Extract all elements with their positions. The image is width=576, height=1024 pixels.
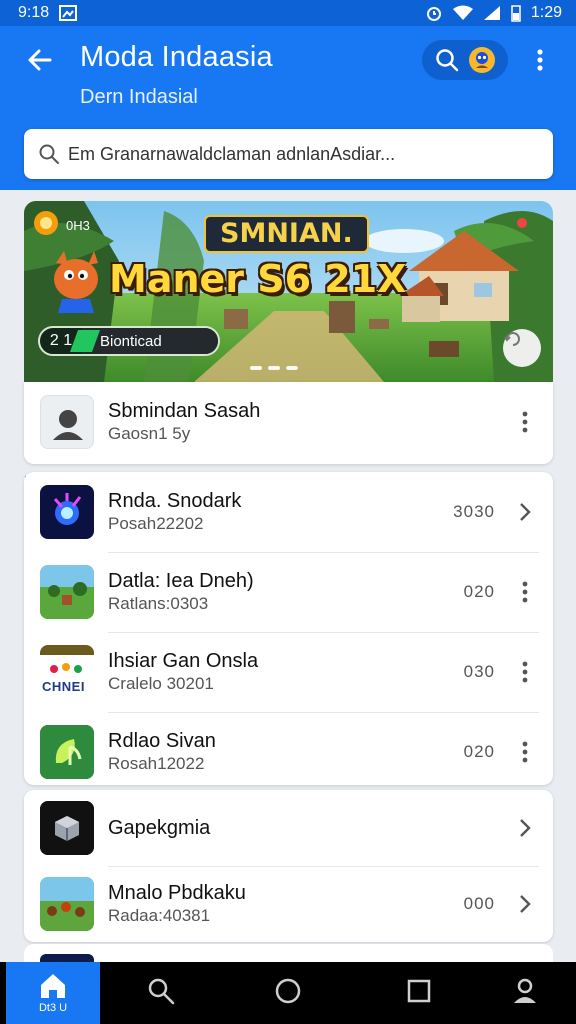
list-item[interactable]: Datla: Iea Dneh) Ratlans:0303 020: [24, 552, 553, 632]
chevron-right-icon[interactable]: [515, 816, 535, 840]
item-title: Gapekgmia: [108, 817, 211, 839]
item-subtitle: Gaosn1 5y: [108, 424, 191, 443]
arrow-left-icon: [28, 49, 52, 71]
item-title: Rnda. Snodark: [108, 490, 242, 512]
item-value: 3030: [453, 502, 495, 521]
avatar-icon[interactable]: [468, 46, 496, 74]
carousel-indicator: [250, 366, 298, 370]
magic-orb-icon: [40, 485, 94, 539]
nav-home[interactable]: Dt3 U: [6, 962, 100, 1024]
search-icon: [39, 144, 59, 164]
peek-card: [24, 944, 553, 962]
chevron-right-icon[interactable]: [515, 892, 535, 916]
item-title: Ihsiar Gan Onsla: [108, 650, 259, 672]
profile-icon: [514, 978, 536, 1003]
item-value: 030: [463, 662, 495, 681]
alarm-icon: [426, 7, 441, 21]
peek-item-icon: [40, 954, 94, 962]
item-title: Sbmindan Sasah: [108, 400, 261, 422]
item-value: 000: [463, 894, 495, 913]
signal-icon: [483, 6, 500, 20]
battery-icon: [511, 5, 521, 22]
person-icon: [40, 395, 94, 449]
page-subtitle: Dern Indasial: [80, 86, 198, 108]
battle-game-icon: [40, 877, 94, 931]
item-subtitle: Ratlans:0303: [108, 594, 209, 613]
more-apps-card: Gapekgmia Mnalo Pbdkaku Radaa:40381 000: [24, 790, 553, 942]
nav-profile[interactable]: [510, 976, 540, 1006]
gallery-icon: [59, 5, 78, 21]
banner-corner-label: 0H3: [66, 218, 90, 233]
page-title: Moda Indaasia: [80, 41, 273, 73]
header-actions: [422, 40, 508, 80]
more-vert-icon: [537, 49, 543, 71]
item-subtitle: Radaa:40381: [108, 906, 211, 925]
more-vert-icon[interactable]: [515, 740, 535, 764]
nav-home-label: Dt3 U: [38, 1002, 68, 1014]
icon-text: CHNEI: [42, 679, 85, 694]
item-value: 020: [463, 582, 495, 601]
status-time-right: 1:29: [530, 4, 562, 21]
square-icon: [407, 979, 431, 1003]
item-title: Datla: Iea Dneh): [108, 570, 254, 592]
status-time-left: 9:18: [18, 4, 50, 21]
list-item[interactable]: Rnda. Snodark Posah22202 3030: [24, 472, 553, 552]
featured-card: Sbmindan Sasah Gaosn1 5y: [24, 382, 553, 464]
chnei-logo-icon: CHNEI: [40, 645, 94, 699]
more-vert-icon[interactable]: [515, 580, 535, 604]
list-item[interactable]: Sbmindan Sasah Gaosn1 5y: [24, 382, 553, 462]
list-item[interactable]: Gapekgmia: [24, 790, 553, 866]
nav-search[interactable]: [146, 976, 176, 1006]
landscape-game-icon: [40, 565, 94, 619]
nav-recents[interactable]: [404, 976, 434, 1006]
status-bar: 9:18 1:29: [0, 0, 576, 26]
banner-action-button[interactable]: [503, 329, 541, 367]
app-bar: Moda Indaasia Dern Indasial: [0, 26, 576, 190]
promo-banner[interactable]: 0H3 SMNIAN. Maner S6 21X 2 1 Bionticad: [24, 201, 553, 382]
more-vert-icon[interactable]: [515, 410, 535, 434]
cube-icon: [40, 801, 94, 855]
back-button[interactable]: [24, 44, 56, 76]
item-title: Mnalo Pbdkaku: [108, 882, 246, 904]
nav-home-button[interactable]: [273, 976, 303, 1006]
list-item[interactable]: CHNEI Ihsiar Gan Onsla Cralelo 30201 030: [24, 632, 553, 712]
bottom-navigation: Dt3 U: [0, 962, 576, 1024]
list-item[interactable]: Mnalo Pbdkaku Radaa:40381 000: [24, 866, 553, 942]
search-icon: [148, 978, 175, 1005]
search-icon[interactable]: [434, 47, 460, 73]
item-subtitle: Cralelo 30201: [108, 674, 214, 693]
banner-tag: SMNIAN.: [204, 215, 369, 253]
item-subtitle: Posah22202: [108, 514, 204, 533]
search-input[interactable]: [68, 143, 518, 165]
item-title: Rdlao Sivan: [108, 730, 216, 752]
banner-title: Maner S6 21X: [109, 257, 407, 301]
banner-badge[interactable]: 2 1 Bionticad: [38, 326, 220, 356]
search-bar[interactable]: [24, 129, 553, 179]
wifi-icon: [452, 5, 473, 20]
leaf-logo-icon: [40, 725, 94, 779]
banner-badge-label: Bionticad: [82, 328, 218, 354]
refresh-icon: [504, 332, 520, 346]
home-icon: [41, 974, 65, 998]
more-vert-icon[interactable]: [515, 660, 535, 684]
app-list-card: Rnda. Snodark Posah22202 3030 Datla: Iea…: [24, 472, 553, 785]
list-item[interactable]: Rdlao Sivan Rosah12022 020: [24, 712, 553, 792]
item-subtitle: Rosah12022: [108, 754, 205, 773]
overflow-menu-button[interactable]: [528, 44, 552, 76]
item-value: 020: [463, 742, 495, 761]
circle-icon: [275, 978, 301, 1004]
chevron-right-icon[interactable]: [515, 500, 535, 524]
